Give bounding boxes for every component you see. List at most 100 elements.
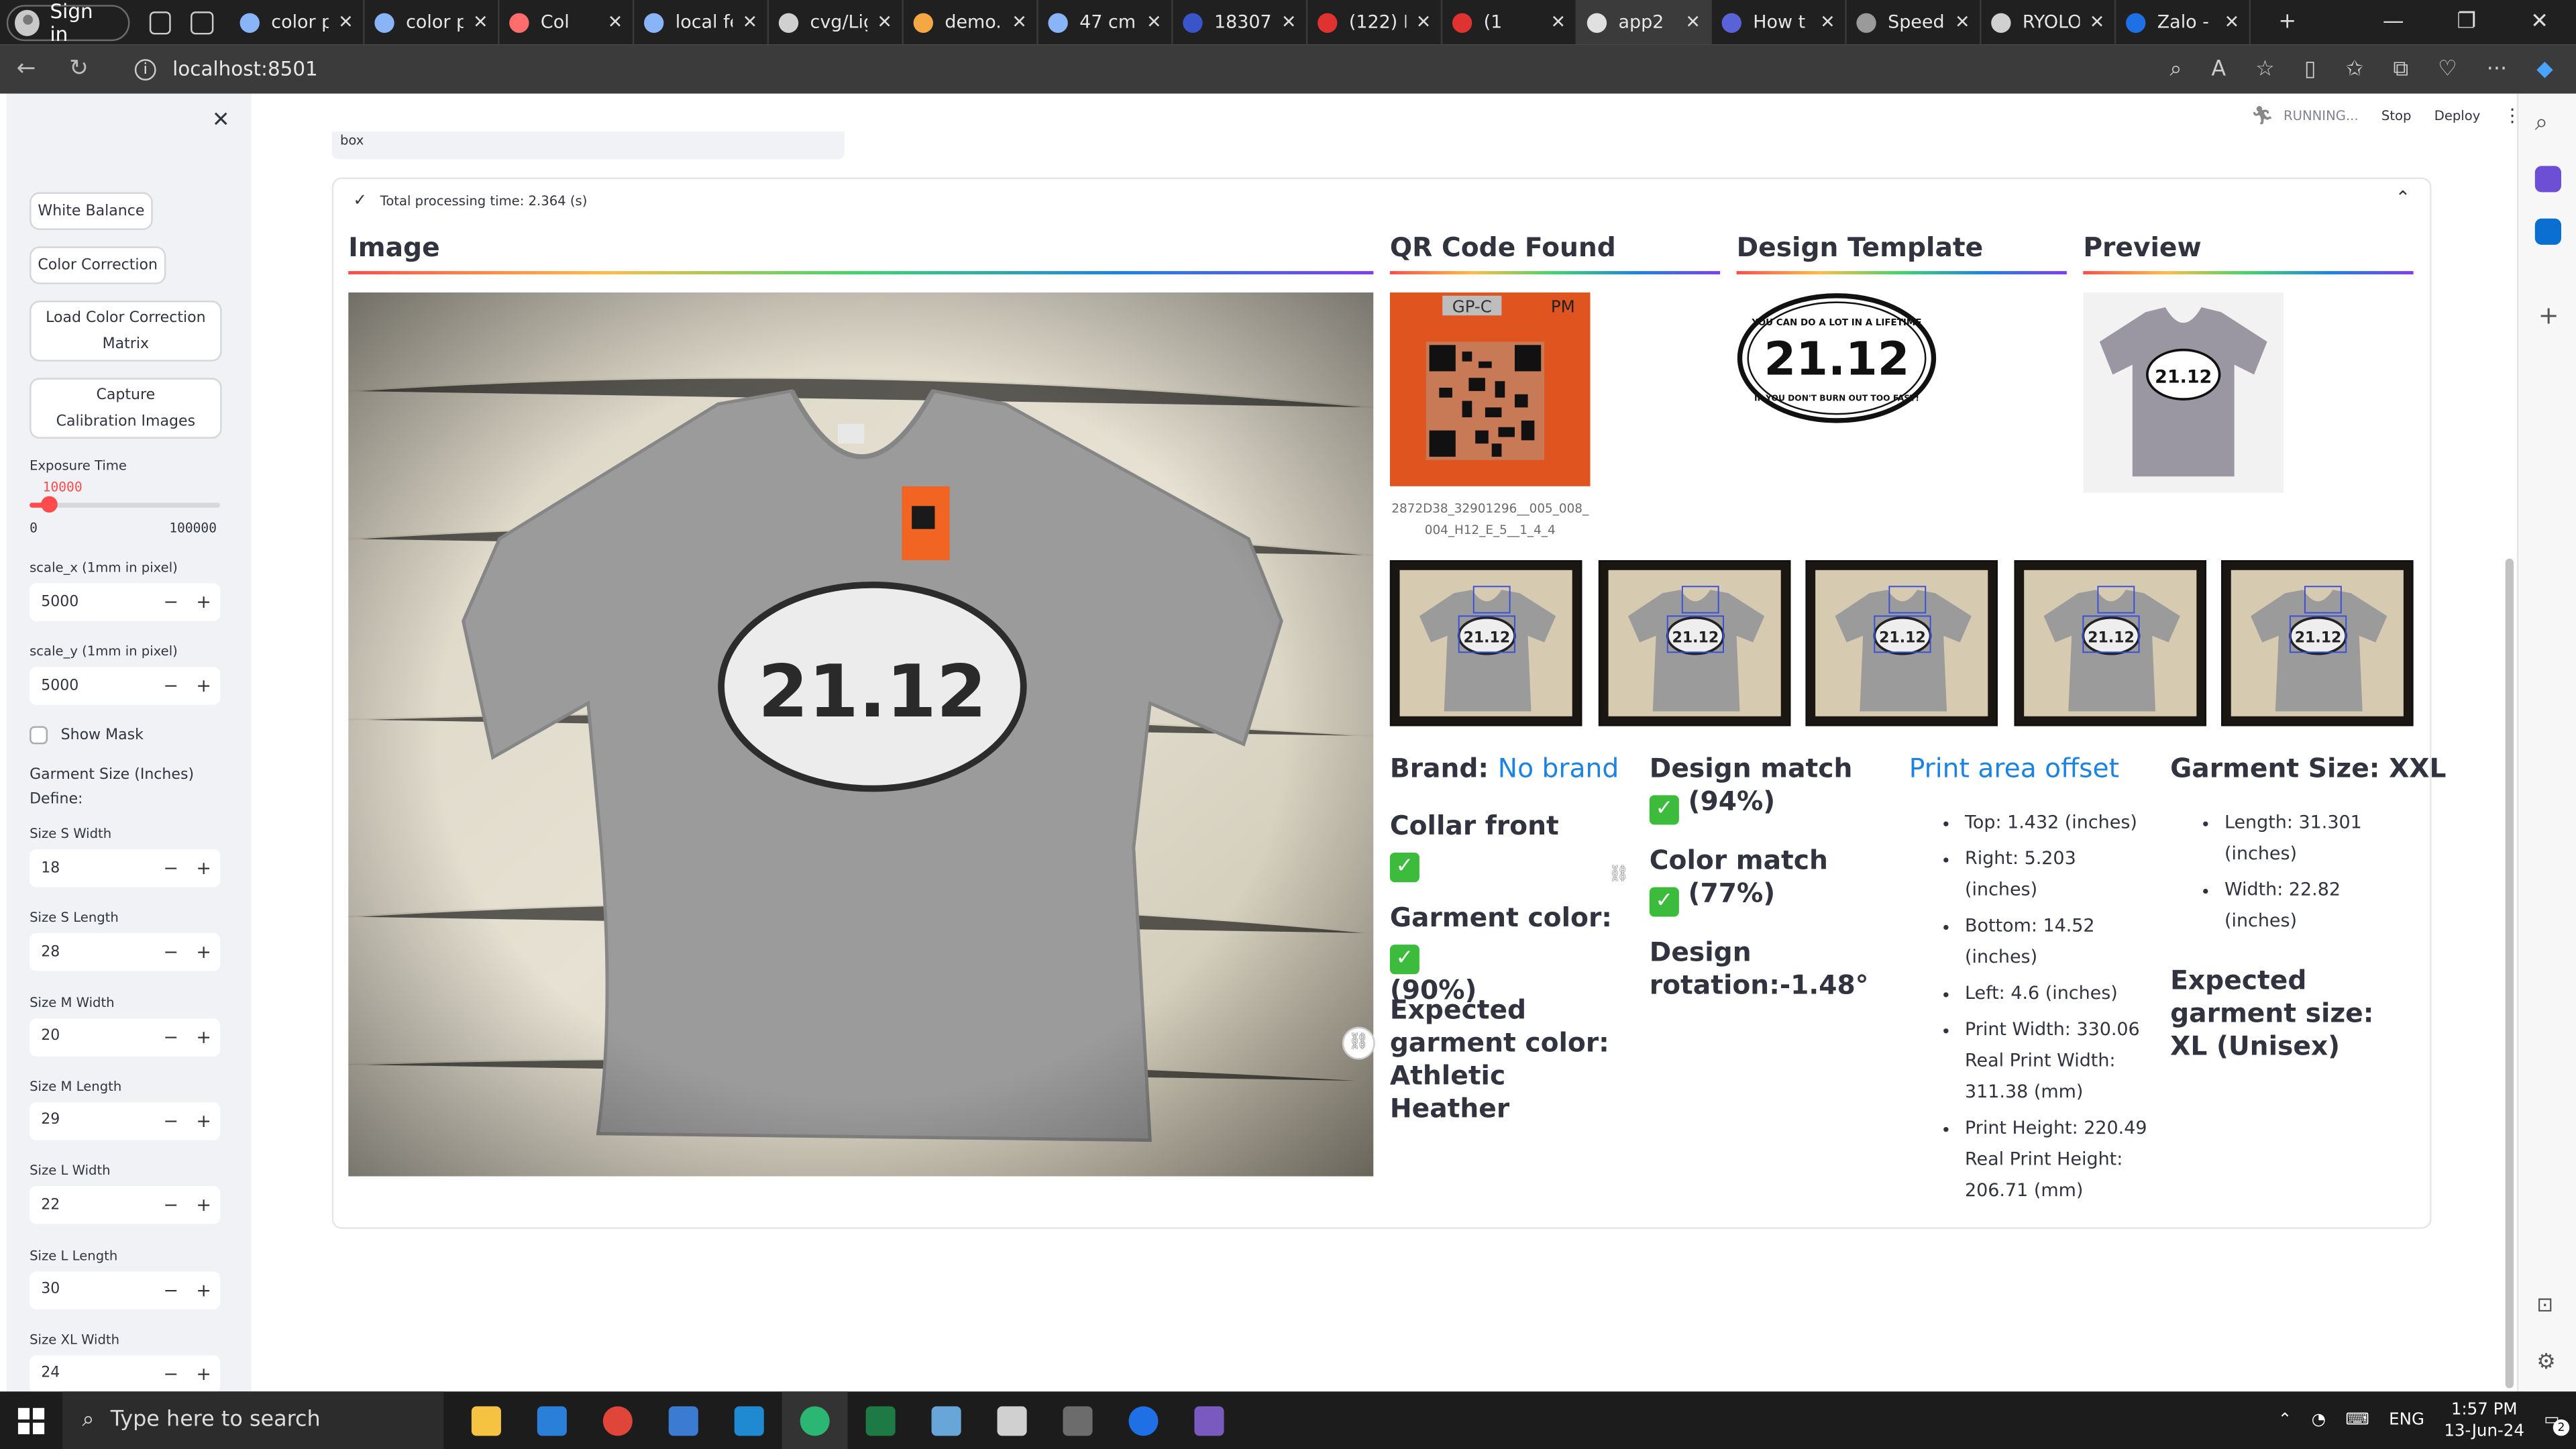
increment-button[interactable]: + (187, 1363, 220, 1385)
favorites-icon[interactable]: ✩ (2346, 56, 2364, 81)
close-tab-icon[interactable]: ✕ (338, 11, 354, 33)
restore-icon[interactable]: ❐ (2430, 10, 2503, 35)
chrome-icon[interactable] (585, 1391, 651, 1449)
search-placeholder[interactable]: Type here to search (111, 1408, 321, 1433)
profile-sign-in-button[interactable]: Sign in (6, 0, 130, 45)
anchor-link-icon[interactable]: ⛓ (1609, 866, 1629, 884)
back-icon[interactable]: ← (0, 56, 52, 82)
workspaces-icon[interactable] (149, 10, 172, 34)
increment-button[interactable]: + (187, 1110, 220, 1132)
browser-tab[interactable]: Zalo - ✕ (2116, 0, 2251, 45)
notifications-icon[interactable]: ▭ 2 (2544, 1411, 2570, 1436)
browser-essentials-icon[interactable]: ♡ (2438, 56, 2457, 81)
new-tab-button[interactable]: + (2251, 10, 2324, 35)
close-tab-icon[interactable]: ✕ (1012, 11, 1027, 33)
url-text[interactable]: localhost:8501 (172, 58, 318, 80)
notepad-icon[interactable] (914, 1391, 979, 1449)
browser-tab[interactable]: (1 ✕ (1442, 0, 1578, 45)
expander-header[interactable]: ✓ Total processing time: 2.364 (s) (354, 193, 588, 211)
increment-button[interactable]: + (187, 942, 220, 963)
zoom-icon[interactable]: ⌕ (2169, 56, 2182, 81)
size-value[interactable]: 18 (30, 860, 154, 876)
increment-button[interactable]: + (187, 857, 220, 879)
close-tab-icon[interactable]: ✕ (1281, 11, 1297, 33)
browser-tab[interactable]: cvg/Lig ✕ (769, 0, 904, 45)
browser-tab[interactable]: Col ✕ (500, 0, 635, 45)
decrement-button[interactable]: − (154, 857, 187, 879)
close-tab-icon[interactable]: ✕ (2224, 11, 2240, 33)
chevron-up-icon[interactable]: ⌃ (2396, 187, 2411, 209)
collections-icon[interactable]: ⧉ (2393, 56, 2408, 81)
close-tab-icon[interactable]: ✕ (1146, 11, 1162, 33)
white-balance-button[interactable]: White Balance (30, 192, 153, 230)
close-sidebar-icon[interactable]: ✕ (212, 109, 230, 133)
decrement-button[interactable]: − (154, 1110, 187, 1132)
link-icon[interactable]: ⛓ (1342, 1026, 1375, 1060)
add-app-icon[interactable]: + (2538, 301, 2559, 330)
browser-tab[interactable]: demo. ✕ (904, 0, 1038, 45)
size-input[interactable]: 29− + (30, 1102, 221, 1140)
increment-button[interactable]: + (187, 592, 220, 613)
language-indicator[interactable]: ENG (2389, 1411, 2424, 1430)
settings-gear-icon[interactable]: ⚙ (2536, 1350, 2556, 1375)
browser-tab[interactable]: color p ✕ (365, 0, 500, 45)
tab-actions-icon[interactable] (191, 10, 214, 34)
increment-button[interactable]: + (187, 676, 220, 697)
decrement-button[interactable]: − (154, 676, 187, 697)
keyboard-icon[interactable]: ⌨ (2345, 1411, 2369, 1430)
close-window-icon[interactable]: ✕ (2503, 10, 2576, 35)
exposure-slider-thumb[interactable] (40, 496, 57, 513)
scale-y-input[interactable]: 5000 − + (30, 667, 221, 705)
edge-icon[interactable] (782, 1391, 848, 1449)
search-icon[interactable]: ⌕ (2535, 110, 2548, 136)
remote-desktop-icon[interactable] (651, 1391, 716, 1449)
network-icon[interactable]: ◔ (2312, 1411, 2326, 1430)
store-icon[interactable] (519, 1391, 585, 1449)
clock[interactable]: 1:57 PM 13-Jun-24 (2444, 1399, 2524, 1442)
decrement-button[interactable]: − (154, 1195, 187, 1216)
refresh-icon[interactable]: ↻ (52, 56, 105, 82)
top-text-input[interactable]: box (331, 131, 845, 160)
size-value[interactable]: 28 (30, 945, 154, 961)
vscode-icon[interactable] (716, 1391, 782, 1449)
decrement-button[interactable]: − (154, 942, 187, 963)
close-tab-icon[interactable]: ✕ (1685, 11, 1701, 33)
close-tab-icon[interactable]: ✕ (1416, 11, 1432, 33)
exposure-slider-track[interactable] (30, 496, 221, 513)
favorite-star-icon[interactable]: ☆ (2255, 56, 2275, 81)
size-input[interactable]: 28− + (30, 933, 221, 972)
split-screen-icon[interactable]: ▯ (2304, 56, 2316, 81)
size-value[interactable]: 22 (30, 1197, 154, 1214)
increment-button[interactable]: + (187, 1279, 220, 1301)
decrement-button[interactable]: − (154, 1279, 187, 1301)
size-value[interactable]: 30 (30, 1281, 154, 1297)
browser-tab[interactable]: color p ✕ (230, 0, 365, 45)
size-value[interactable]: 24 (30, 1366, 154, 1382)
decrement-button[interactable]: − (154, 1363, 187, 1385)
zalo-icon[interactable] (1111, 1391, 1177, 1449)
scale-x-input[interactable]: 5000 − + (30, 583, 221, 621)
read-aloud-icon[interactable]: A (2211, 56, 2226, 81)
deploy-button[interactable]: Deploy (2434, 109, 2481, 123)
scale-x-value[interactable]: 5000 (30, 594, 154, 610)
size-input[interactable]: 18− + (30, 849, 221, 888)
increment-button[interactable]: + (187, 1026, 220, 1048)
show-mask-checkbox[interactable]: Show Mask (30, 726, 144, 745)
browser-tab[interactable]: 47 cm ✕ (1038, 0, 1173, 45)
close-tab-icon[interactable]: ✕ (473, 11, 488, 33)
close-tab-icon[interactable]: ✕ (1955, 11, 1970, 33)
outlook-icon[interactable] (2534, 218, 2561, 245)
copilot-app-icon[interactable] (2534, 166, 2561, 193)
close-tab-icon[interactable]: ✕ (1551, 11, 1566, 33)
load-color-correction-matrix-button[interactable]: Load Color Correction Matrix (30, 301, 222, 362)
size-input[interactable]: 22− + (30, 1186, 221, 1224)
color-correction-button[interactable]: Color Correction (30, 246, 166, 284)
size-value[interactable]: 20 (30, 1028, 154, 1044)
close-tab-icon[interactable]: ✕ (2090, 11, 2105, 33)
close-tab-icon[interactable]: ✕ (1820, 11, 1835, 33)
decrement-button[interactable]: − (154, 1026, 187, 1048)
browser-tab[interactable]: RYOLO ✕ (1982, 0, 2116, 45)
address-bar[interactable]: i localhost:8501 (134, 58, 318, 80)
more-menu-icon[interactable]: ··· (2487, 56, 2507, 81)
browser-tab[interactable]: (122) F ✕ (1308, 0, 1443, 45)
